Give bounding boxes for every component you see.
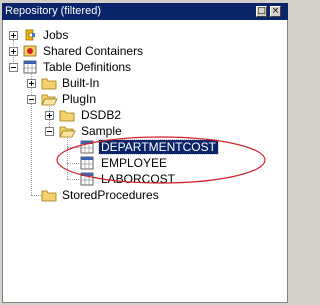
annotation-ellipse — [56, 136, 266, 184]
